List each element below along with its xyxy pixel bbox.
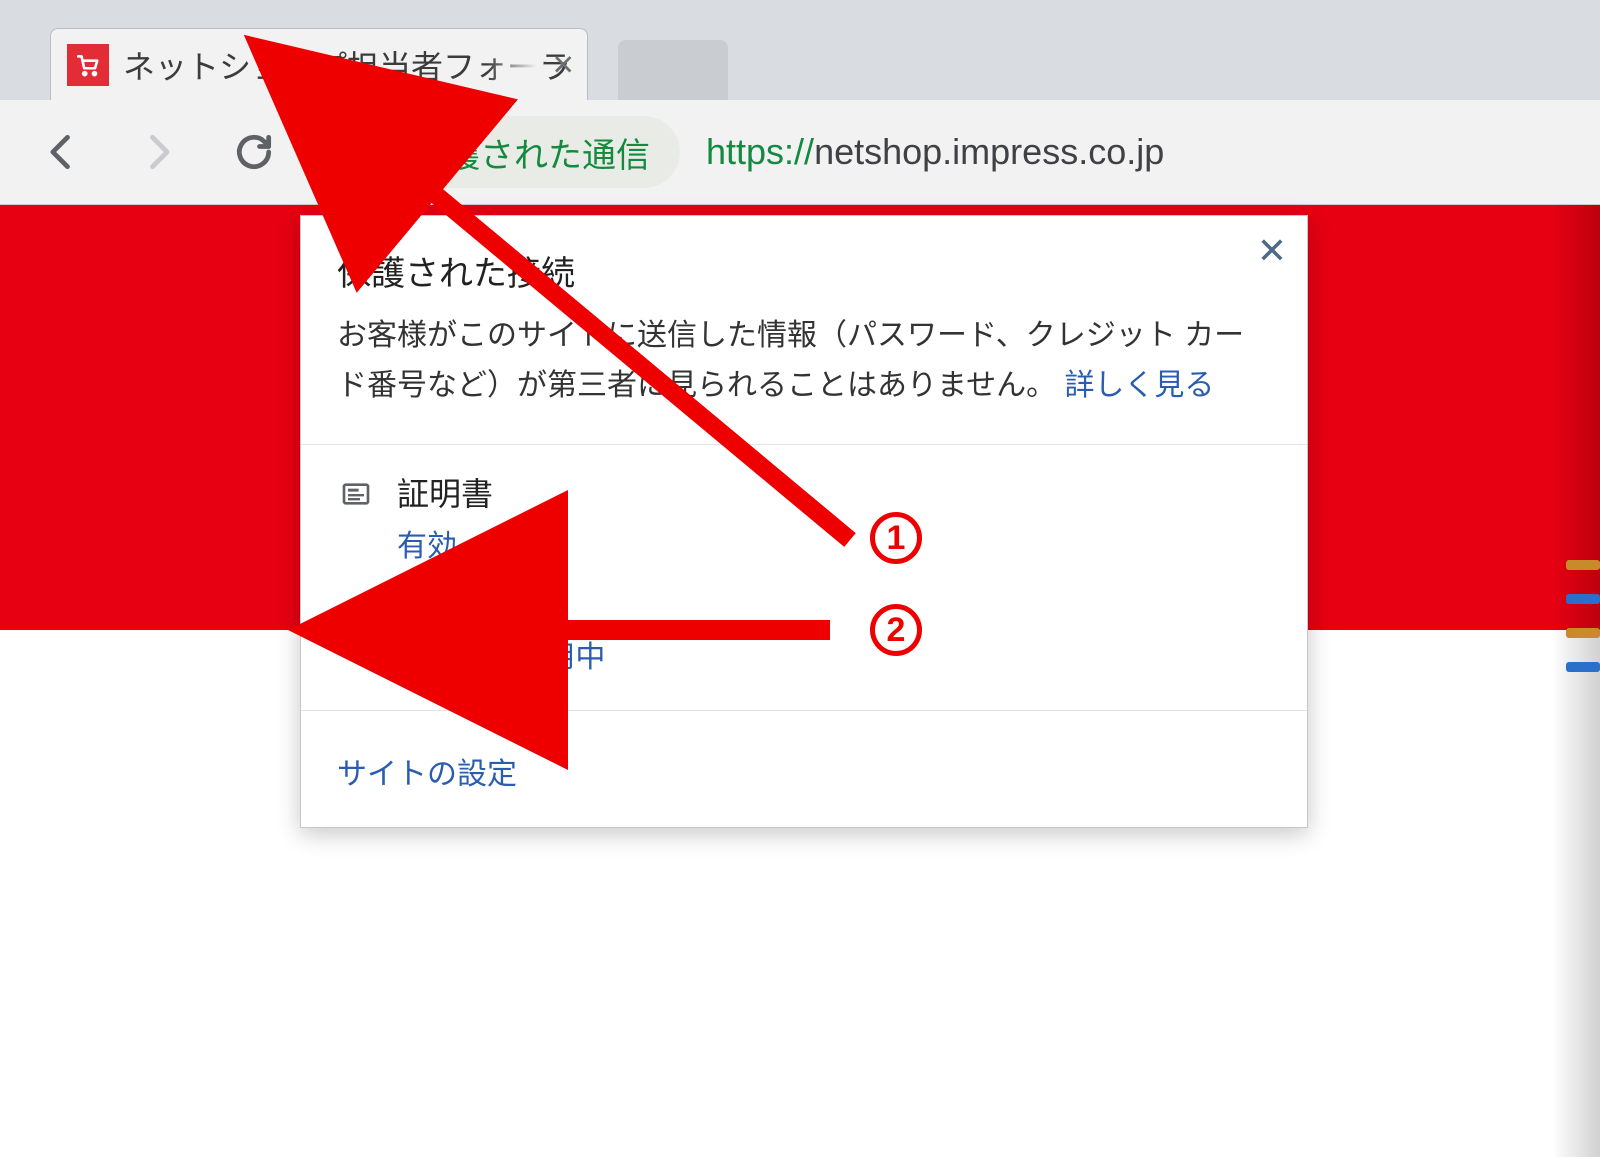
cookie-icon [337, 595, 375, 633]
site-settings-link[interactable]: サイトの設定 [337, 758, 517, 791]
site-settings-row[interactable]: サイトの設定 [337, 749, 1271, 793]
browser-tab-inactive[interactable] [618, 40, 728, 100]
cookie-status-link[interactable]: 135 個が使用中 [397, 641, 605, 674]
certificate-row[interactable]: 証明書 有効 [337, 469, 1271, 565]
back-button[interactable] [32, 122, 92, 182]
site-info-popover: ✕ 保護された接続 お客様がこのサイトに送信した情報（パスワード、クレジット カ… [300, 215, 1308, 828]
popover-separator [301, 444, 1307, 445]
certificate-label: 証明書 [397, 469, 493, 515]
forward-button[interactable] [128, 122, 188, 182]
url-protocol: https [706, 131, 784, 172]
popover-separator-2 [301, 710, 1307, 711]
certificate-icon [337, 475, 375, 513]
cookie-row[interactable]: Cookie 135 個が使用中 [337, 589, 1271, 676]
tab-strip: ネットショップ担当者フォーラ ✕ [0, 0, 1600, 100]
url-host: netshop.impress.co.jp [814, 131, 1164, 172]
address-bar[interactable]: 保護された通信 https://netshop.impress.co.jp [350, 116, 1600, 188]
popover-title: 保護された接続 [337, 246, 1271, 295]
tab-title: ネットショップ担当者フォーラ [123, 42, 571, 88]
decorative-stripes [1566, 560, 1600, 672]
popover-description: お客様がこのサイトに送信した情報（パスワード、クレジット カード番号など）が第三… [337, 311, 1271, 410]
lock-icon [372, 133, 398, 172]
cookie-label: Cookie [397, 589, 605, 626]
browser-toolbar: 保護された通信 https://netshop.impress.co.jp [0, 100, 1600, 205]
cart-favicon [67, 44, 109, 86]
secure-chip[interactable]: 保護された通信 [350, 116, 680, 188]
close-popover-icon[interactable]: ✕ [1257, 230, 1287, 272]
close-tab-icon[interactable]: ✕ [552, 48, 575, 81]
certificate-status-link[interactable]: 有効 [397, 530, 457, 563]
browser-tab-active[interactable]: ネットショップ担当者フォーラ ✕ [50, 28, 588, 100]
reload-button[interactable] [224, 122, 284, 182]
url-sep: :// [784, 131, 814, 172]
secure-label: 保護された通信 [412, 128, 650, 177]
url-text: https://netshop.impress.co.jp [706, 131, 1164, 173]
learn-more-link[interactable]: 詳しく見る [1064, 369, 1214, 402]
